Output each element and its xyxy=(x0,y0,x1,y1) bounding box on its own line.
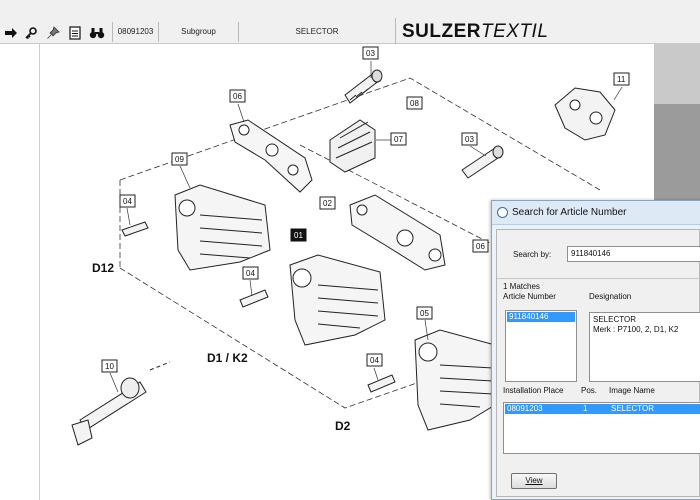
view-button-label: View xyxy=(525,476,543,485)
key-icon[interactable] xyxy=(22,24,40,42)
installation-place-header: Installation Place xyxy=(503,386,564,395)
image-name-header: Image Name xyxy=(609,386,655,395)
label-04-left[interactable]: 04 xyxy=(123,197,132,206)
row-installation-place: 08091203 xyxy=(507,404,543,413)
label-02[interactable]: 02 xyxy=(323,199,332,208)
part-bolt-03-top xyxy=(344,69,383,104)
installation-row-selected[interactable]: 08091203 1 SELECTOR xyxy=(505,404,700,414)
dialog-title: Search for Article Number xyxy=(512,207,627,218)
label-05[interactable]: 05 xyxy=(420,309,429,318)
label-04-middle[interactable]: 04 xyxy=(246,269,255,278)
search-dialog[interactable]: Search for Article Number Search by: 911… xyxy=(491,200,700,500)
pos-header: Pos. xyxy=(581,386,598,395)
designation-box: SELECTOR Merk : P7100, 2, D1, K2 xyxy=(589,312,700,382)
article-number-row-selected[interactable]: 911840146 xyxy=(507,312,575,322)
subgroup-field: Subgroup xyxy=(158,22,238,42)
part-lever-11 xyxy=(554,87,616,141)
part-bracket-06 xyxy=(229,119,313,193)
dialog-title-bar[interactable]: Search for Article Number xyxy=(492,201,700,225)
label-03-top[interactable]: 03 xyxy=(366,49,375,58)
part-shaft-10 xyxy=(71,361,171,446)
selector-field: SELECTOR xyxy=(238,22,395,42)
label-03-right[interactable]: 03 xyxy=(465,135,474,144)
search-by-label: Search by: xyxy=(513,250,552,259)
arrow-right-icon[interactable] xyxy=(2,24,20,42)
region-label-d12: D12 xyxy=(92,261,114,275)
label-06-right[interactable]: 06 xyxy=(476,242,485,251)
installation-list[interactable]: 08091203 1 SELECTOR xyxy=(503,402,700,454)
designation-line-1: SELECTOR xyxy=(593,315,636,324)
label-06-top[interactable]: 06 xyxy=(233,92,242,101)
designation-header: Designation xyxy=(589,292,632,301)
separator xyxy=(497,278,700,279)
label-01-selected[interactable]: 01 xyxy=(294,231,303,240)
label-09[interactable]: 09 xyxy=(175,155,184,164)
binoculars-icon[interactable] xyxy=(88,24,106,42)
left-margin xyxy=(0,44,40,500)
label-10[interactable]: 10 xyxy=(105,362,114,371)
article-number-header: Article Number xyxy=(503,292,556,301)
search-dialog-icon xyxy=(497,207,508,218)
region-label-d1-k2: D1 / K2 xyxy=(207,351,248,365)
view-button[interactable]: View xyxy=(511,473,557,489)
dialog-body: Search by: 911840146 1 Matches Article N… xyxy=(496,229,700,497)
label-11[interactable]: 11 xyxy=(617,75,626,84)
app-window: 08091203 Subgroup SELECTOR SULZERTEXTIL xyxy=(0,0,700,500)
search-input[interactable]: 911840146 xyxy=(567,246,700,262)
region-label-d2: D2 xyxy=(335,419,351,433)
article-number-list[interactable]: 911840146 xyxy=(505,310,577,382)
toolbar: 08091203 Subgroup SELECTOR SULZERTEXTIL xyxy=(0,0,700,44)
label-08[interactable]: 08 xyxy=(410,99,419,108)
document-icon[interactable] xyxy=(66,24,84,42)
row-image-name: SELECTOR xyxy=(611,404,654,413)
row-pos: 1 xyxy=(583,404,588,413)
part-selector-05 xyxy=(414,329,496,431)
part-selector-09 xyxy=(174,184,271,271)
article-code-field: 08091203 xyxy=(112,22,158,42)
matches-label: 1 Matches xyxy=(503,282,540,291)
brand-bold: SULZER xyxy=(402,21,481,42)
part-block-07 xyxy=(329,119,376,173)
label-04-bottom[interactable]: 04 xyxy=(370,356,379,365)
part-bracket-02 xyxy=(349,194,446,271)
designation-line-2: Merk : P7100, 2, D1, K2 xyxy=(593,325,679,334)
pushpin-icon[interactable] xyxy=(44,24,62,42)
brand-thin: TEXTIL xyxy=(481,21,549,42)
label-07[interactable]: 07 xyxy=(394,135,403,144)
right-panel-highlight xyxy=(654,44,700,104)
part-bolt-03-right xyxy=(461,145,504,179)
part-selector-01 xyxy=(289,254,386,346)
brand-logo: SULZERTEXTIL xyxy=(395,18,555,44)
